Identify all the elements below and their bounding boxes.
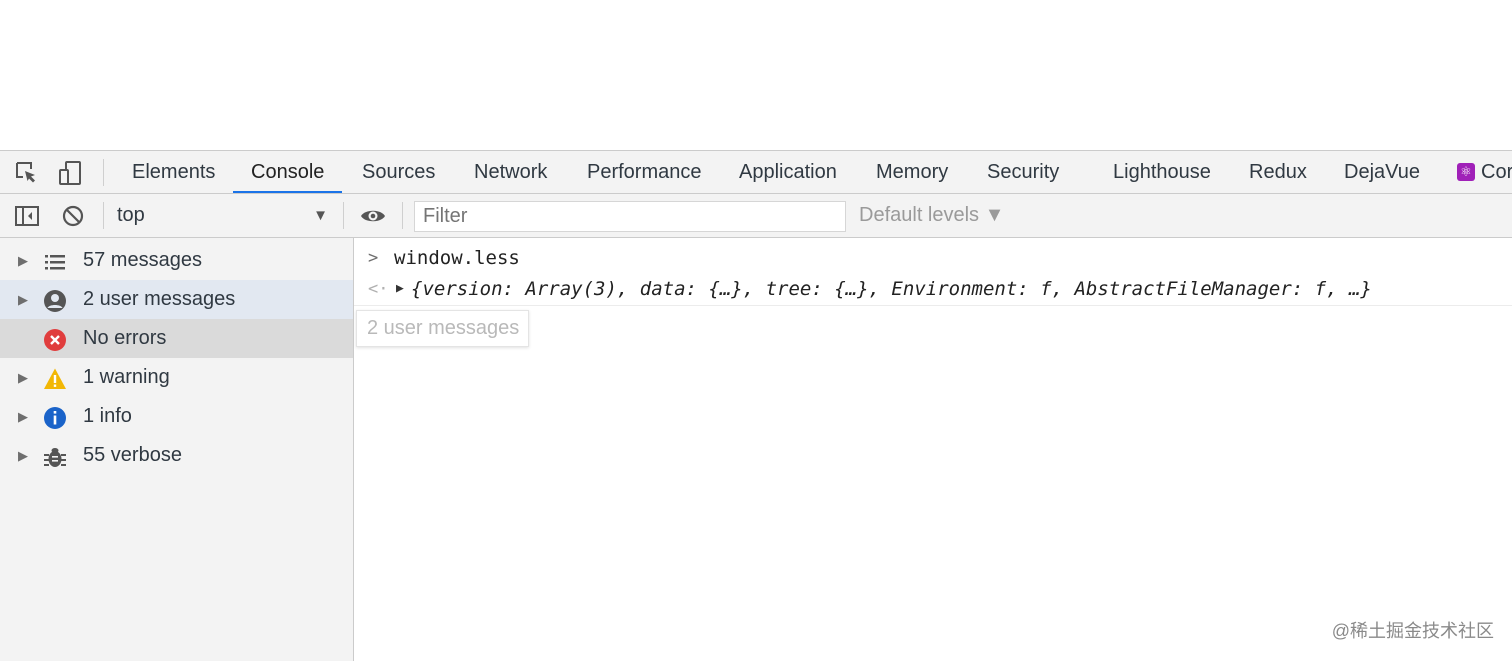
sidebar-item-messages[interactable]: ▶ 57 messages xyxy=(0,241,353,280)
sidebar-item-label: 55 verbose xyxy=(83,444,182,466)
console-input-text: window.less xyxy=(394,247,520,269)
error-icon xyxy=(43,327,67,351)
tab-memory[interactable]: Memory xyxy=(876,151,948,193)
bug-icon xyxy=(43,444,67,468)
sidebar-item-label: No errors xyxy=(83,327,167,349)
tab-network[interactable]: Network xyxy=(474,151,547,193)
result-arrow-icon: <· xyxy=(368,279,389,299)
inspect-element-icon[interactable] xyxy=(14,160,40,186)
sidebar-item-label: 1 warning xyxy=(83,366,170,388)
sidebar-toggle-icon[interactable] xyxy=(15,204,39,228)
toolbar-separator xyxy=(343,202,344,229)
tab-sources[interactable]: Sources xyxy=(362,151,435,193)
chevron-down-icon: ▼ xyxy=(313,207,328,224)
tab-redux[interactable]: Redux xyxy=(1249,151,1307,193)
log-levels-dropdown[interactable]: Default levels ▼ xyxy=(859,194,1004,237)
tab-lighthouse[interactable]: Lighthouse xyxy=(1113,151,1211,193)
clear-console-icon[interactable] xyxy=(61,204,85,228)
sidebar-tooltip: 2 user messages xyxy=(356,310,529,347)
tab-bar-separator xyxy=(103,159,104,186)
sidebar-item-errors[interactable]: No errors xyxy=(0,319,353,358)
expand-object-icon[interactable]: ▶ xyxy=(396,274,404,304)
expand-arrow-icon[interactable]: ▶ xyxy=(18,280,28,319)
sidebar-item-verbose[interactable]: ▶ 55 verbose xyxy=(0,436,353,475)
console-sidebar: ▶ 57 messages ▶ 2 user messages No error… xyxy=(0,238,354,661)
console-result-line[interactable]: <· ▶ {version: Array(3), data: {…}, tree… xyxy=(354,274,1512,306)
react-icon: ⚛ xyxy=(1457,163,1475,181)
sidebar-item-user-messages[interactable]: ▶ 2 user messages xyxy=(0,280,353,319)
context-selector[interactable]: top ▼ xyxy=(117,194,332,237)
sidebar-item-label: 2 user messages xyxy=(83,288,236,310)
console-toolbar: top ▼ Default levels ▼ xyxy=(0,194,1512,238)
tab-application[interactable]: Application xyxy=(739,151,837,193)
tab-console[interactable]: Console xyxy=(232,151,343,193)
tab-components-label: Cor xyxy=(1481,161,1512,183)
sidebar-item-info[interactable]: ▶ 1 info xyxy=(0,397,353,436)
prompt-chevron-icon: > xyxy=(368,248,379,268)
tab-performance[interactable]: Performance xyxy=(587,151,702,193)
tab-components[interactable]: ⚛ Cor xyxy=(1457,151,1512,193)
sidebar-item-label: 1 info xyxy=(83,405,132,427)
console-input-line: > window.less xyxy=(354,244,1512,272)
expand-arrow-icon[interactable]: ▶ xyxy=(18,436,28,475)
expand-arrow-icon[interactable]: ▶ xyxy=(18,241,28,280)
warning-icon xyxy=(43,366,67,390)
page-viewport xyxy=(0,0,1512,150)
device-toolbar-icon[interactable] xyxy=(57,160,83,186)
expand-arrow-icon[interactable]: ▶ xyxy=(18,397,28,436)
toolbar-separator xyxy=(402,202,403,229)
info-icon xyxy=(43,405,67,429)
filter-input[interactable] xyxy=(414,201,846,232)
live-expression-eye-icon[interactable] xyxy=(359,204,387,228)
tab-dejavue[interactable]: DejaVue xyxy=(1344,151,1420,193)
watermark: @稀土掘金技术社区 xyxy=(1331,621,1494,641)
expand-arrow-icon[interactable]: ▶ xyxy=(18,358,28,397)
toolbar-separator xyxy=(103,202,104,229)
list-icon xyxy=(43,249,67,273)
tab-security[interactable]: Security xyxy=(987,151,1059,193)
sidebar-item-label: 57 messages xyxy=(83,249,202,271)
console-result-object[interactable]: {version: Array(3), data: {…}, tree: {…}… xyxy=(411,274,1372,304)
devtools-tab-bar: Elements Console Sources Network Perform… xyxy=(0,150,1512,194)
tab-elements[interactable]: Elements xyxy=(132,151,215,193)
user-icon xyxy=(43,288,67,312)
console-output[interactable]: > window.less <· ▶ {version: Array(3), d… xyxy=(354,238,1512,661)
context-selector-value: top xyxy=(117,204,145,226)
sidebar-item-warnings[interactable]: ▶ 1 warning xyxy=(0,358,353,397)
